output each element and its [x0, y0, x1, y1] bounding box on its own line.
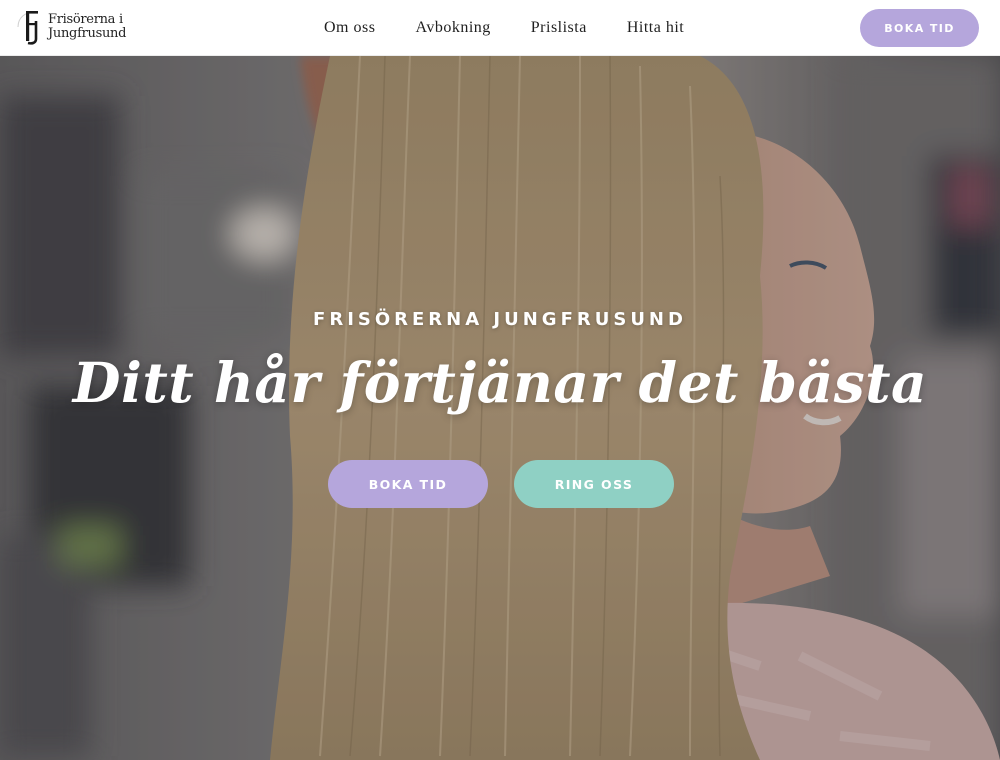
nav-link-om-oss[interactable]: Om oss — [304, 19, 395, 37]
nav-link-avbokning[interactable]: Avbokning — [395, 19, 510, 37]
hero-section: FRISÖRERNA JUNGFRUSUND Ditt hår förtjäna… — [0, 56, 1000, 760]
logo-wordmark: Frisörerna i Jungfrusund — [48, 13, 126, 41]
hero-content: FRISÖRERNA JUNGFRUSUND Ditt hår förtjäna… — [0, 56, 1000, 760]
nav-link-prislista[interactable]: Prislista — [511, 19, 607, 37]
logo[interactable]: Frisörerna i Jungfrusund — [14, 8, 134, 46]
main-nav: Om oss Avbokning Prislista Hitta hit — [304, 0, 704, 56]
logo-line-1: Frisörerna i — [48, 12, 123, 27]
fj-monogram-icon — [17, 11, 38, 45]
site-header: Frisörerna i Jungfrusund Om oss Avboknin… — [0, 0, 1000, 56]
headline-bold: det bästa — [638, 350, 928, 415]
hero-button-group: BOKA TID RING OSS — [328, 460, 674, 508]
hero-kicker: FRISÖRERNA JUNGFRUSUND — [313, 309, 687, 330]
hero-call-button[interactable]: RING OSS — [514, 460, 674, 508]
header-book-button[interactable]: BOKA TID — [860, 9, 979, 47]
hero-headline: Ditt hår förtjänar det bästa — [0, 350, 1000, 415]
hero-book-button[interactable]: BOKA TID — [328, 460, 488, 508]
headline-regular: Ditt hår förtjänar — [72, 350, 639, 415]
nav-link-hitta-hit[interactable]: Hitta hit — [607, 19, 704, 37]
logo-line-2: Jungfrusund — [48, 26, 127, 41]
